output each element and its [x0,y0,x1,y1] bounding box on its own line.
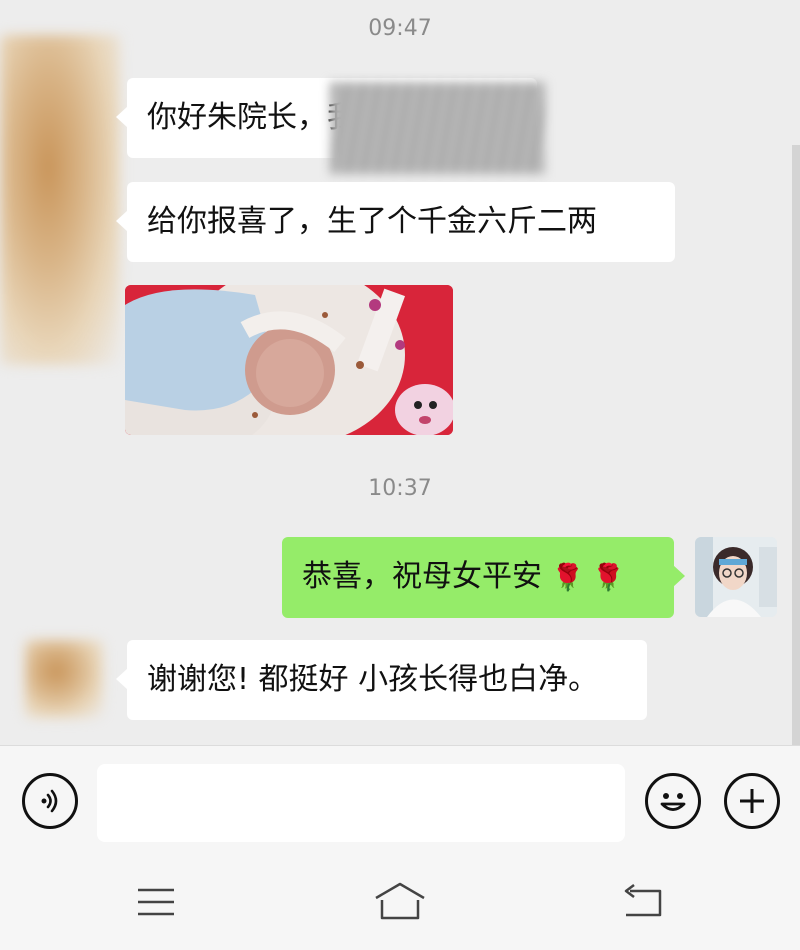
home-icon [375,882,425,920]
chat-scrollbar[interactable] [792,145,800,745]
message-bubble[interactable]: 谢谢您! 都挺好 小孩长得也白净。 [116,640,647,720]
rose-emoji: 🌹 🌹 [551,563,625,593]
my-avatar[interactable] [695,537,777,617]
back-button[interactable] [620,883,666,925]
chat-area[interactable]: 09:47 你好朱院长，我是 给你报喜了，生了个千金六斤二两 10:37 恭喜，… [0,0,800,745]
voice-icon [41,789,58,813]
message-bubble[interactable]: 给你报喜了，生了个千金六斤二两 [116,182,675,262]
timestamp: 10:37 [368,476,432,501]
system-nav-bar [0,855,800,950]
message-text: 谢谢您! 都挺好 小孩长得也白净。 [147,662,599,697]
my-avatar-image [695,537,777,617]
emoji-icon [660,793,686,811]
contact-avatar[interactable] [0,35,120,365]
back-icon [624,884,662,917]
redaction-blur [330,82,545,174]
message-photo[interactable] [125,285,453,435]
menu-button[interactable] [135,885,177,923]
menu-icon [138,888,174,916]
contact-avatar[interactable] [25,640,103,718]
baby-photo-image [125,285,453,435]
message-text: 恭喜，祝母女平安 [302,559,542,594]
message-input[interactable] [97,764,625,842]
emoji-button[interactable] [645,773,701,829]
plus-button[interactable] [724,773,780,829]
timestamp: 09:47 [368,16,432,41]
home-button[interactable] [372,880,428,926]
message-bubble-sent[interactable]: 恭喜，祝母女平安 🌹 🌹 [282,537,685,618]
message-text: 给你报喜了，生了个千金六斤二两 [147,204,597,239]
plus-icon [740,789,764,813]
input-bar [0,745,800,855]
voice-button[interactable] [22,773,78,829]
